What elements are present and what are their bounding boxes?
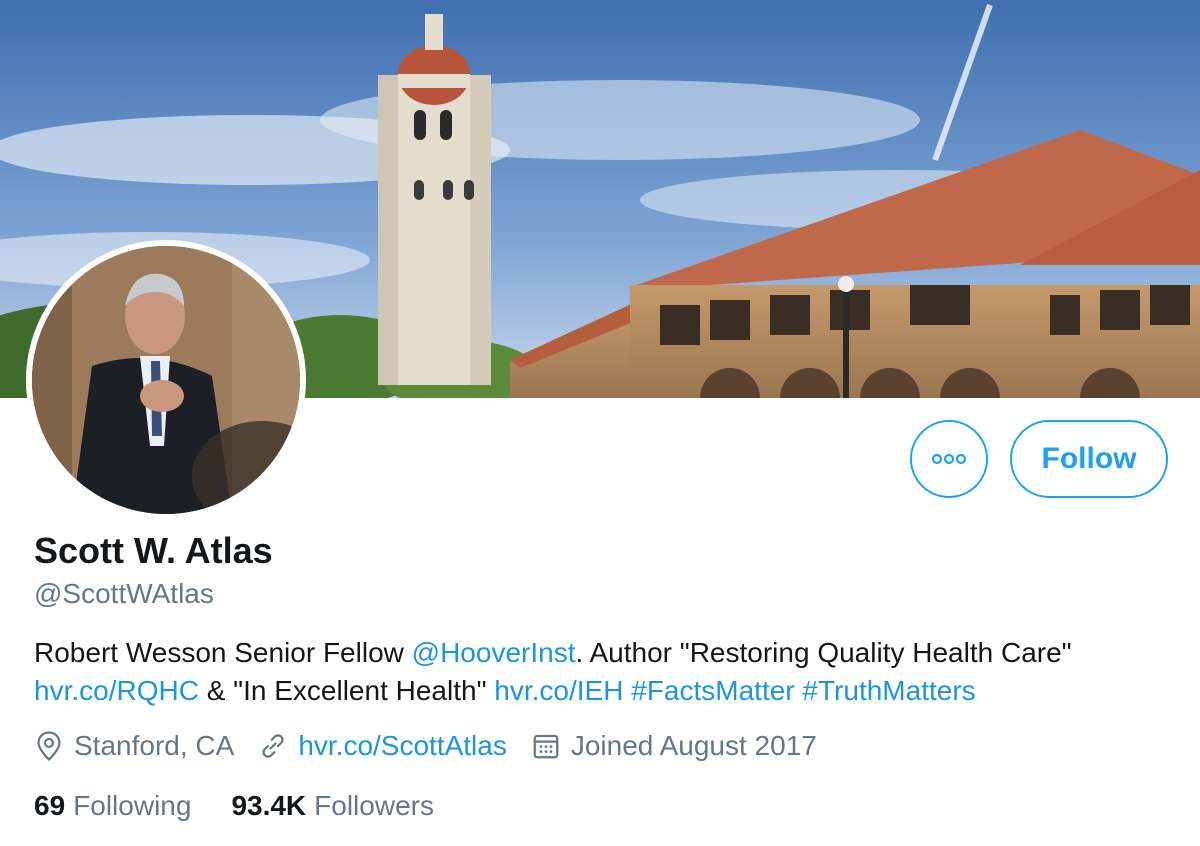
bio-link-ieh[interactable]: hvr.co/IEH xyxy=(494,675,623,706)
bio-text: . Author "Restoring Quality Health Care" xyxy=(575,637,1072,668)
location-text: Stanford, CA xyxy=(74,730,235,761)
avatar-image xyxy=(32,246,300,514)
bio-hashtag-truthmatters[interactable]: #TruthMatters xyxy=(802,675,975,706)
more-options-button[interactable] xyxy=(910,420,988,498)
bio-text: & "In Excellent Health" xyxy=(198,675,495,706)
following-stat[interactable]: 69 Following xyxy=(34,790,191,822)
profile-name: Scott W. Atlas xyxy=(34,530,273,571)
profile-bio: Robert Wesson Senior Fellow @HooverInst.… xyxy=(34,634,1184,710)
bio-hashtag-factsmatter[interactable]: #FactsMatter xyxy=(631,675,794,706)
bio-text: Robert Wesson Senior Fellow xyxy=(34,637,412,668)
website-item: hvr.co/ScottAtlas xyxy=(258,730,507,762)
followers-stat[interactable]: 93.4K Followers xyxy=(231,790,434,822)
follow-button[interactable]: Follow xyxy=(1010,420,1168,498)
location-pin-icon xyxy=(37,731,61,762)
bio-mention-link[interactable]: @HooverInst xyxy=(412,637,576,668)
profile-actions: Follow xyxy=(910,420,1168,498)
link-icon xyxy=(262,734,284,758)
website-link[interactable]: hvr.co/ScottAtlas xyxy=(298,730,507,762)
profile-avatar[interactable] xyxy=(26,240,306,520)
bio-link-rqhc[interactable]: hvr.co/RQHC xyxy=(34,675,199,706)
profile-handle: @ScottWAtlas xyxy=(34,578,214,609)
followers-count: 93.4K xyxy=(231,790,307,821)
more-options-icon xyxy=(931,453,967,465)
profile-meta: Stanford, CA hvr.co/ScottAtlas Joined Au… xyxy=(34,730,841,762)
location-item: Stanford, CA xyxy=(34,730,234,762)
profile-stats: 69 Following 93.4K Followers xyxy=(34,790,474,822)
following-count: 69 xyxy=(34,790,66,821)
joined-text: Joined August 2017 xyxy=(570,730,817,761)
joined-item: Joined August 2017 xyxy=(531,730,817,762)
following-label: Following xyxy=(73,790,192,821)
calendar-icon xyxy=(533,734,559,759)
followers-label: Followers xyxy=(314,790,434,821)
